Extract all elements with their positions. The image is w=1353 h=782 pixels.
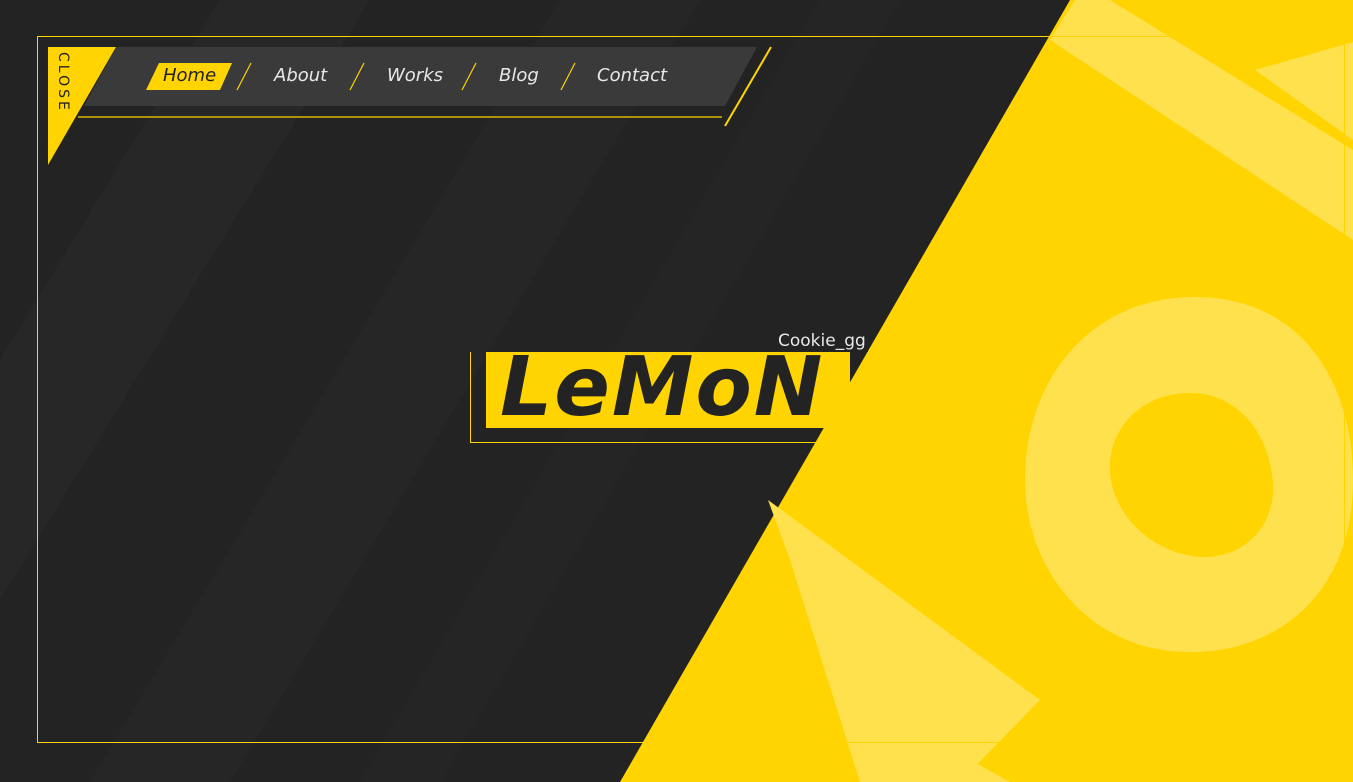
page: CLOSE Home About Works Blog Contact LeMo… <box>0 0 1353 782</box>
close-menu-button[interactable]: CLOSE <box>52 52 74 113</box>
nav-bar-graphic <box>48 46 772 165</box>
logo-title: LeMoN <box>500 340 825 435</box>
nav-item-contact[interactable]: Contact <box>597 62 667 90</box>
nav-item-about[interactable]: About <box>274 62 327 90</box>
logo-subtitle: Cookie_gg <box>776 330 868 352</box>
nav-item-works[interactable]: Works <box>387 62 443 90</box>
nav-item-home[interactable]: Home <box>163 62 216 90</box>
logo: LeMoN Cookie_gg <box>470 330 890 450</box>
nav-item-blog[interactable]: Blog <box>499 62 539 90</box>
